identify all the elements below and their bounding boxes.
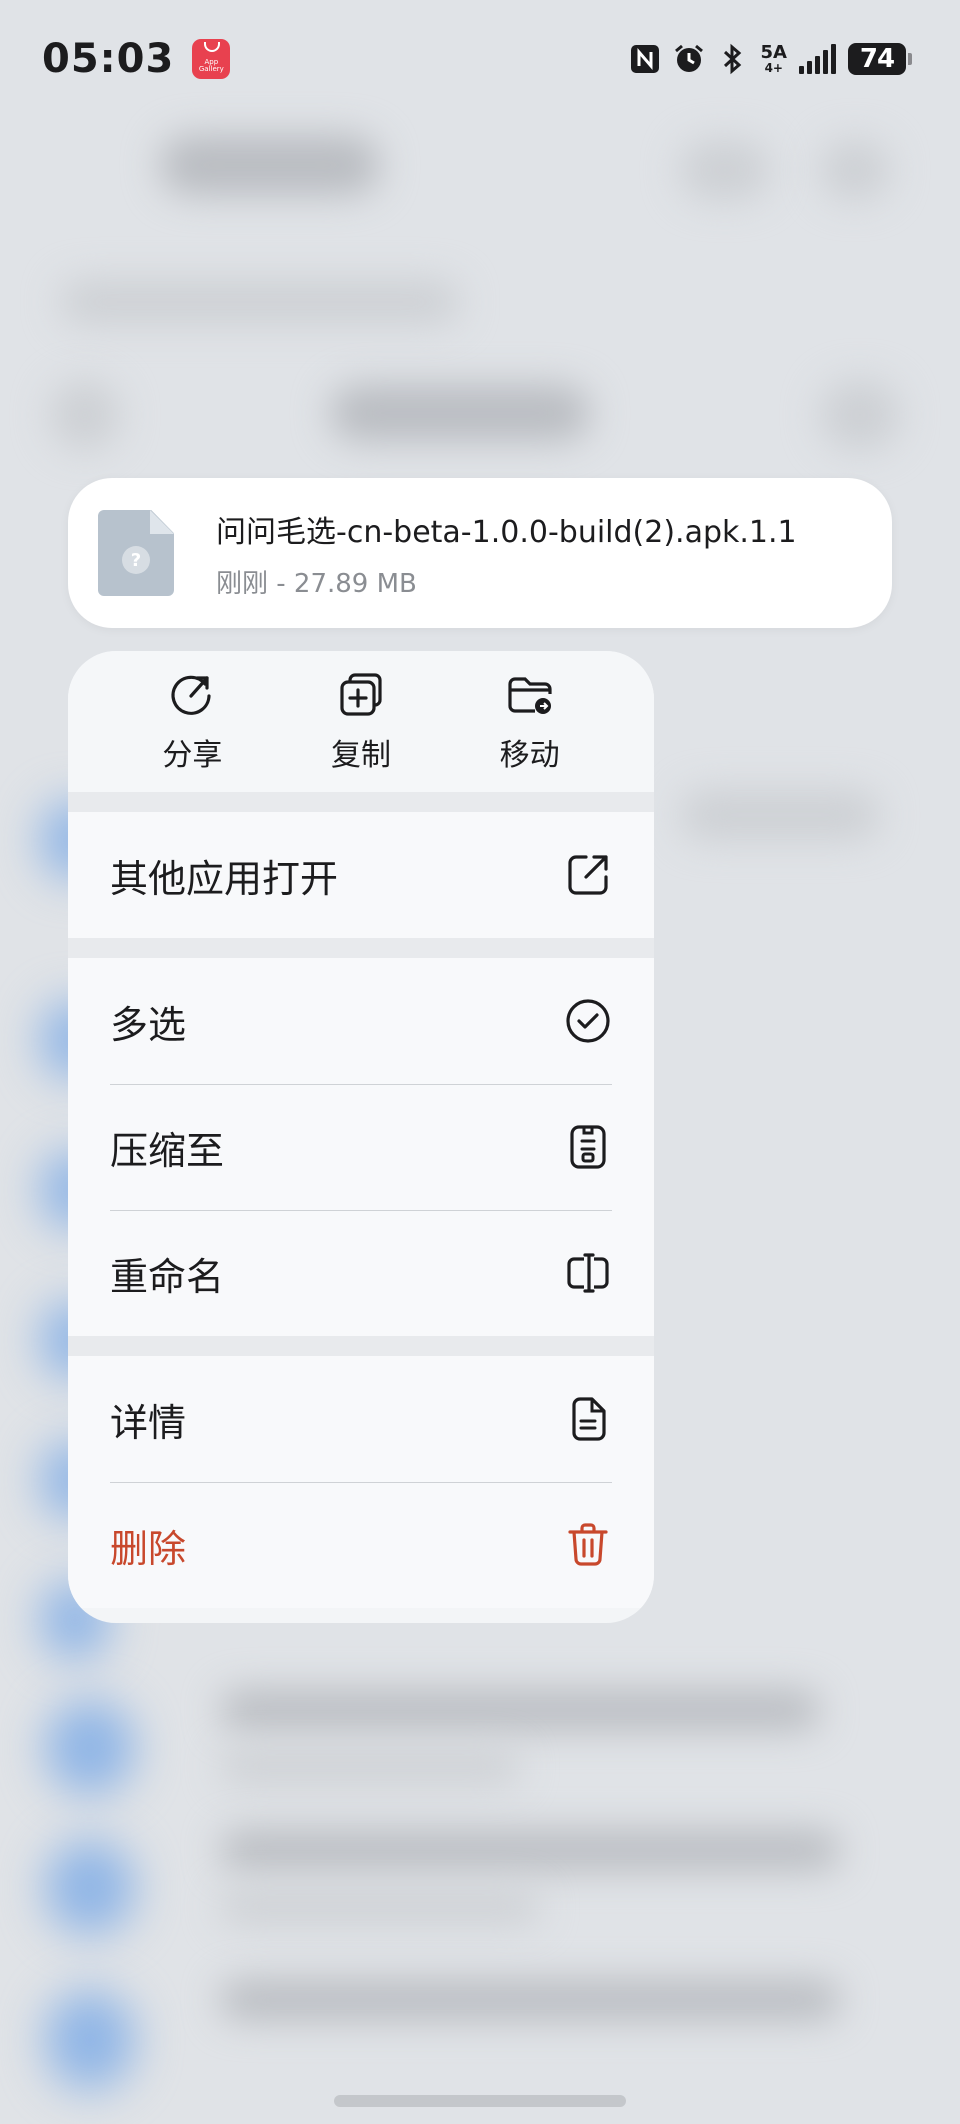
copy-icon (340, 672, 382, 716)
share-label: 分享 (162, 737, 223, 773)
multi-select-item[interactable]: 多选 (68, 958, 654, 1084)
network-type: 5A 4+ (760, 42, 787, 75)
open-external-icon (568, 855, 608, 895)
move-icon (508, 676, 552, 714)
home-indicator[interactable] (334, 2095, 626, 2107)
share-button[interactable]: 分享 (132, 670, 252, 774)
signal-strength-icon (799, 44, 836, 74)
compress-item[interactable]: 压缩至 (68, 1084, 654, 1210)
details-label: 详情 (110, 1400, 187, 1445)
rename-icon (567, 1253, 609, 1293)
status-bar: 05:03 App Gallery 5A 4+ 74 (0, 0, 960, 118)
rename-label: 重命名 (110, 1254, 225, 1299)
check-circle-icon (566, 999, 610, 1043)
file-card[interactable]: ? 问问毛选-cn-beta-1.0.0-build(2).apk.1.1 刚刚… (68, 478, 892, 628)
open-with-label: 其他应用打开 (110, 856, 339, 901)
menu-section-edit: 多选 压缩至 重命名 (68, 958, 654, 1336)
copy-button[interactable]: 复制 (301, 670, 421, 774)
file-type-icon: ? (98, 510, 174, 596)
trash-icon (568, 1523, 608, 1566)
share-icon (171, 675, 211, 715)
copy-label: 复制 (330, 737, 391, 773)
multi-select-label: 多选 (110, 1002, 187, 1047)
menu-section-open: 其他应用打开 (68, 812, 654, 938)
context-menu: 分享 复制 移动 其他应用打开 多选 压缩至 重命名 详情 删除 (68, 651, 654, 1623)
quick-actions: 分享 复制 移动 (68, 651, 654, 792)
app-gallery-icon: App Gallery (192, 39, 231, 79)
compress-label: 压缩至 (110, 1128, 225, 1173)
file-name: 问问毛选-cn-beta-1.0.0-build(2).apk.1.1 (216, 514, 797, 550)
delete-item[interactable]: 删除 (68, 1482, 654, 1608)
zip-icon (570, 1125, 606, 1169)
rename-item[interactable]: 重命名 (68, 1210, 654, 1336)
bluetooth-icon (717, 43, 749, 75)
details-item[interactable]: 详情 (68, 1356, 654, 1482)
file-meta: 刚刚 - 27.89 MB (216, 568, 417, 599)
document-icon (572, 1397, 606, 1441)
alarm-icon (673, 43, 705, 75)
status-time: 05:03 (42, 36, 175, 82)
delete-label: 删除 (110, 1526, 187, 1571)
nfc-icon (629, 43, 661, 75)
menu-section-info: 详情 删除 (68, 1356, 654, 1608)
battery-icon: 74 (848, 43, 912, 75)
move-button[interactable]: 移动 (470, 670, 590, 774)
open-with-other-app-item[interactable]: 其他应用打开 (68, 812, 654, 938)
move-label: 移动 (499, 737, 560, 773)
